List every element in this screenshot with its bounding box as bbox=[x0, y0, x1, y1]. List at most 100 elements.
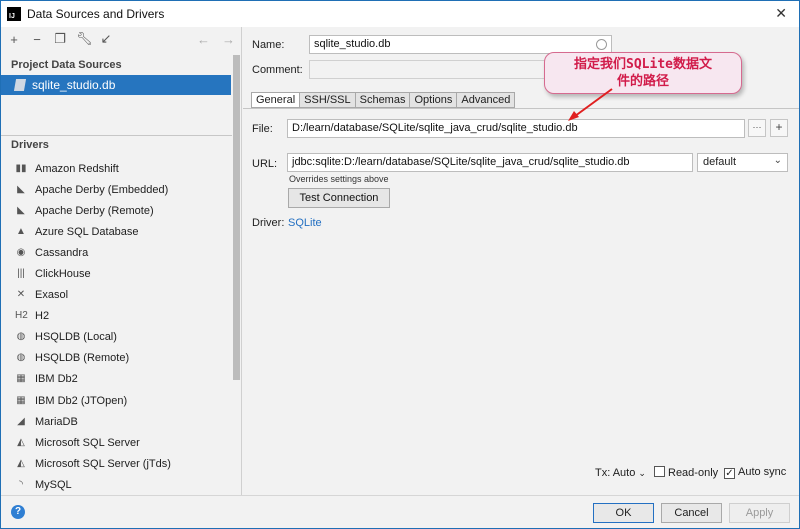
data-source-label: sqlite_studio.db bbox=[32, 78, 116, 92]
driver-item[interactable]: ◭ Microsoft SQL Server (jTds) bbox=[1, 453, 232, 474]
name-value: sqlite_studio.db bbox=[314, 38, 391, 50]
redshift-icon: ▮▮ bbox=[15, 162, 27, 174]
driver-label: Cassandra bbox=[35, 246, 89, 259]
ibm-icon: ▦ bbox=[16, 394, 26, 406]
comment-label: Comment: bbox=[252, 64, 303, 76]
driver-label: Azure SQL Database bbox=[35, 225, 139, 238]
driver-label: IBM Db2 bbox=[35, 373, 78, 386]
tx-mode-label: Tx: Auto bbox=[595, 467, 636, 479]
driver-item[interactable]: ▦ IBM Db2 (JTOpen) bbox=[1, 390, 232, 411]
driver-label: MySQL bbox=[35, 478, 72, 491]
driver-item[interactable]: ▦ IBM Db2 bbox=[1, 369, 232, 390]
driver-label: Amazon Redshift bbox=[35, 162, 119, 175]
read-only-checkbox[interactable] bbox=[654, 466, 665, 477]
auto-sync-checkbox[interactable]: ✓ bbox=[724, 468, 735, 479]
driver-item[interactable]: ◣ Apache Derby (Embedded) bbox=[1, 179, 232, 200]
window-title: Data Sources and Drivers bbox=[27, 7, 165, 21]
driver-label: HSQLDB (Remote) bbox=[35, 352, 130, 365]
driver-label: ClickHouse bbox=[35, 268, 91, 281]
mariadb-icon: ◢ bbox=[17, 415, 25, 427]
driver-label: Microsoft SQL Server (jTds) bbox=[35, 457, 171, 470]
tab-options[interactable]: Options bbox=[410, 92, 458, 108]
driver-item[interactable]: ▲ Azure SQL Database bbox=[1, 221, 232, 242]
ibm-icon: ▦ bbox=[16, 373, 26, 385]
help-icon[interactable]: ? bbox=[11, 505, 25, 519]
dialog-window: IJ Data Sources and Drivers ✕ + − ❐ 🔧︎ ↙… bbox=[0, 0, 800, 529]
add-icon[interactable]: + bbox=[7, 32, 21, 47]
mssql-icon: ◭ bbox=[17, 436, 25, 448]
dialog-footer: ? OK Cancel Apply bbox=[1, 495, 799, 528]
divider bbox=[1, 135, 232, 136]
wrench-icon[interactable]: 🔧︎ bbox=[76, 31, 93, 47]
drivers-heading: Drivers bbox=[11, 139, 49, 151]
tab-bar: General SSH/SSL Schemas Options Advanced bbox=[251, 92, 516, 108]
driver-label: Apache Derby (Embedded) bbox=[35, 183, 169, 196]
cancel-button[interactable]: Cancel bbox=[661, 503, 722, 523]
driver-item[interactable]: ◍ HSQLDB (Remote) bbox=[1, 348, 232, 369]
auto-sync-label: Auto sync bbox=[738, 466, 787, 478]
remove-icon[interactable]: − bbox=[30, 32, 44, 47]
driver-item[interactable]: ◍ HSQLDB (Local) bbox=[1, 327, 232, 348]
hsqldb-icon: ◍ bbox=[16, 352, 26, 364]
right-panel: Name: sqlite_studio.db Comment: General … bbox=[243, 27, 799, 495]
annotation-arrow bbox=[568, 88, 613, 121]
driver-item[interactable]: ▮▮ Amazon Redshift bbox=[1, 158, 232, 179]
tab-schemas[interactable]: Schemas bbox=[355, 92, 411, 108]
url-field[interactable]: jdbc:sqlite:D:/learn/database/SQLite/sql… bbox=[287, 153, 693, 172]
tab-advanced[interactable]: Advanced bbox=[457, 92, 516, 108]
clickhouse-icon: ||| bbox=[17, 268, 25, 280]
test-connection-button[interactable]: Test Connection bbox=[288, 188, 390, 208]
mysql-icon: ◝ bbox=[19, 478, 23, 490]
driver-label: H2 bbox=[35, 310, 50, 323]
browse-button[interactable]: ··· bbox=[748, 119, 766, 137]
driver-item[interactable]: ✕ Exasol bbox=[1, 285, 232, 306]
data-source-item[interactable]: sqlite_studio.db bbox=[1, 75, 231, 95]
driver-label: HSQLDB (Local) bbox=[35, 331, 117, 344]
tab-general[interactable]: General bbox=[251, 92, 301, 108]
derby-icon: ◣ bbox=[17, 183, 25, 195]
driver-item[interactable]: ◉ Cassandra bbox=[1, 242, 232, 263]
import-icon[interactable]: ↙ bbox=[99, 31, 113, 47]
driver-label: Exasol bbox=[35, 289, 69, 302]
forward-arrow-icon[interactable]: → bbox=[222, 32, 235, 47]
auto-sync-option[interactable]: ✓ Auto sync bbox=[724, 466, 786, 479]
add-file-button[interactable]: + bbox=[770, 119, 788, 137]
callout-line-1: 指定我们SQLite数据文 bbox=[574, 57, 712, 72]
name-label: Name: bbox=[252, 39, 285, 51]
project-data-sources-heading: Project Data Sources bbox=[11, 59, 122, 71]
driver-item[interactable]: ◭ Microsoft SQL Server bbox=[1, 432, 232, 453]
driver-list: ▮▮ Amazon Redshift ◣ Apache Derby (Embedded… bbox=[1, 158, 232, 496]
title-bar: IJ Data Sources and Drivers ✕ bbox=[1, 1, 799, 27]
driver-item[interactable]: ◣ Apache Derby (Remote) bbox=[1, 200, 232, 221]
left-panel: + − ❐ 🔧︎ ↙ ← → Project Data Sources sqli… bbox=[1, 27, 242, 495]
driver-label: Microsoft SQL Server bbox=[35, 436, 140, 449]
sqlite-icon bbox=[13, 79, 27, 91]
color-circle-icon[interactable] bbox=[596, 39, 607, 50]
driver-label: MariaDB bbox=[35, 415, 78, 428]
close-icon[interactable]: ✕ bbox=[775, 5, 787, 22]
duplicate-icon[interactable]: ❐ bbox=[53, 31, 67, 47]
scrollbar-thumb[interactable] bbox=[233, 55, 240, 380]
tx-mode-dropdown[interactable]: Tx: Auto ⌄ bbox=[595, 467, 646, 479]
read-only-option[interactable]: Read-only bbox=[654, 466, 718, 479]
azure-icon: ▲ bbox=[16, 225, 26, 237]
comment-field[interactable] bbox=[309, 60, 549, 79]
left-scrollbar[interactable] bbox=[232, 55, 241, 495]
driver-link[interactable]: SQLite bbox=[288, 217, 322, 229]
url-mode-dropdown[interactable]: default ⌄ bbox=[697, 153, 788, 172]
exasol-icon: ✕ bbox=[16, 289, 26, 301]
chevron-down-icon: ⌄ bbox=[638, 468, 646, 478]
file-path-field[interactable]: D:/learn/database/SQLite/sqlite_java_cru… bbox=[287, 119, 745, 138]
apply-button[interactable]: Apply bbox=[729, 503, 790, 523]
driver-item[interactable]: ||| ClickHouse bbox=[1, 263, 232, 284]
derby-icon: ◣ bbox=[17, 204, 25, 216]
driver-item[interactable]: ◝ MySQL bbox=[1, 474, 232, 495]
url-mode-value: default bbox=[703, 156, 737, 168]
driver-item[interactable]: H2 H2 bbox=[1, 306, 232, 327]
driver-item[interactable]: ◢ MariaDB bbox=[1, 411, 232, 432]
back-arrow-icon[interactable]: ← bbox=[197, 32, 210, 47]
mssql-icon: ◭ bbox=[17, 457, 25, 469]
tab-ssh-ssl[interactable]: SSH/SSL bbox=[300, 92, 356, 108]
url-hint: Overrides settings above bbox=[289, 174, 389, 184]
ok-button[interactable]: OK bbox=[593, 503, 654, 523]
